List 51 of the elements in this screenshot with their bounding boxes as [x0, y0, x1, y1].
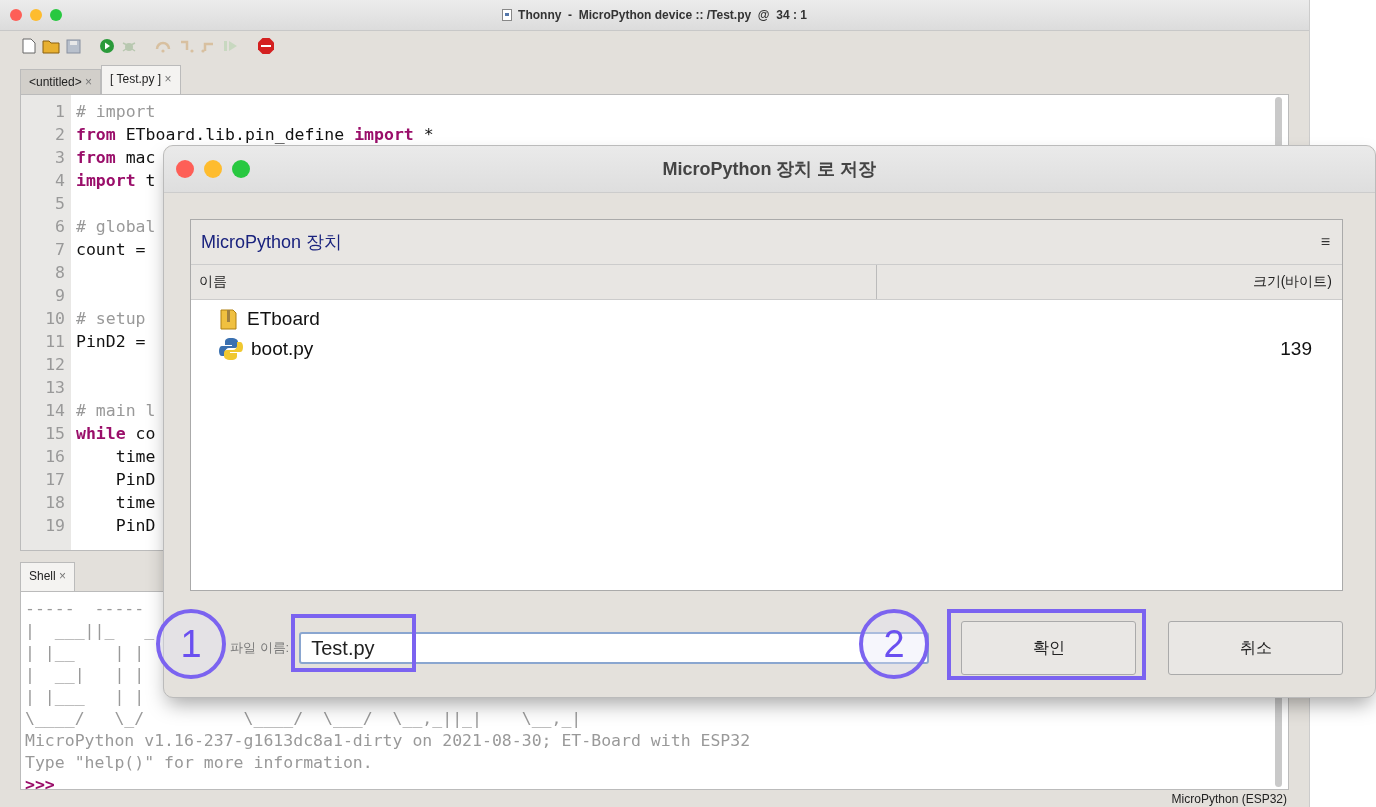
filename-label: 파일 이름: — [230, 639, 290, 657]
line-number: 5 — [54, 193, 66, 215]
code-line: while co — [76, 424, 156, 443]
location-label: MicroPython 장치 — [201, 231, 343, 254]
line-number: 9 — [54, 285, 66, 307]
code-line: import t — [76, 171, 156, 190]
dialog-title: MicroPython 장치 로 저장 — [661, 158, 878, 181]
line-number: 2 — [54, 124, 66, 146]
shell-output-line: MicroPython v1.16-237-g1613dc8a1-dirty on 2021-08-30; ET-Board with ESP32 — [25, 730, 751, 752]
code-line: # import — [76, 102, 156, 121]
code-line: # setup — [76, 309, 146, 328]
line-number: 6 — [54, 216, 66, 238]
line-number: 15 — [44, 423, 66, 445]
line-number: 18 — [44, 492, 66, 514]
line-number: 10 — [44, 308, 66, 330]
shell-output-line: | |___ | | — [25, 686, 145, 708]
line-number: 17 — [44, 469, 66, 491]
shell-output-line: | ___||_ _ — [25, 620, 155, 642]
code-line: PinD2 = — [76, 332, 147, 351]
line-number: 14 — [44, 400, 66, 422]
line-number: 13 — [44, 377, 66, 399]
shell-output-line: ----- ----- — [25, 598, 145, 620]
line-number: 1 — [54, 101, 66, 123]
step-number-marker: 2 — [859, 609, 929, 679]
shell-prompt: >>> — [25, 774, 55, 796]
file-name: boot.py — [251, 338, 314, 360]
shell-output-line: | __| | | — [25, 664, 145, 686]
line-number: 19 — [44, 515, 66, 537]
code-line: # main l — [76, 401, 156, 420]
code-line: from ETboard.lib.pin_define import * — [76, 125, 434, 144]
file-size: 139 — [1280, 338, 1312, 360]
line-number: 12 — [44, 354, 66, 376]
code-line: PinD — [114, 470, 156, 489]
shell-output-line: Type "help()" for more information. — [25, 752, 373, 774]
line-number: 16 — [44, 446, 66, 468]
step-number-marker: 1 — [156, 609, 226, 679]
code-line: # global — [76, 217, 156, 236]
line-number: 3 — [54, 147, 66, 169]
code-line: count = — [76, 240, 147, 259]
shell-output-line: | |__ | | — [25, 642, 145, 664]
line-number: 11 — [44, 331, 66, 353]
shell-output-line: \____/ \_/ \____/ \___/ \__,_||_| \__,_| — [25, 708, 582, 730]
window-title: Thonny - MicroPython device :: /Test.py @ 34 : 1 — [518, 8, 807, 22]
code-line: PinD — [114, 516, 156, 535]
code-line: time — [114, 493, 156, 512]
line-number: 8 — [54, 262, 66, 284]
line-number: 7 — [54, 239, 66, 261]
code-line: from mac — [76, 148, 156, 167]
code-line: time — [114, 447, 156, 466]
line-number: 4 — [54, 170, 66, 192]
file-name: ETboard — [247, 308, 320, 330]
